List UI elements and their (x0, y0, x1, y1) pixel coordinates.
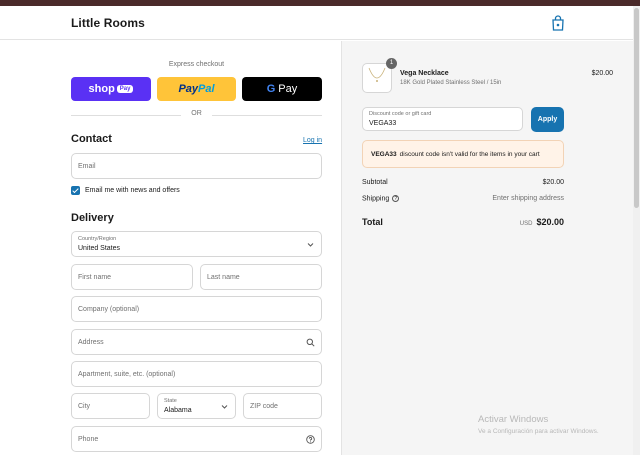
zip-field[interactable]: ZIP code (243, 393, 322, 419)
help-circle-icon[interactable]: ? (392, 195, 400, 202)
google-pay-label: Pay (278, 83, 298, 95)
quantity-badge: 1 (386, 58, 397, 69)
line-item: 1 Vega Necklace 18K Gold Plated Stainles… (362, 58, 613, 93)
state-select[interactable]: State Alabama (157, 393, 236, 419)
apply-button[interactable]: Apply (531, 107, 564, 132)
error-code: VEGA33 (371, 150, 397, 158)
subtotal-value: $20.00 (542, 179, 564, 186)
phone-placeholder: Phone (78, 436, 99, 443)
newsletter-checkbox[interactable] (71, 185, 80, 195)
shop-pay-label: shop (88, 83, 115, 95)
last-name-placeholder: Last name (207, 274, 240, 281)
product-variant: 18K Gold Plated Stainless Steel / 15in (400, 80, 502, 86)
apartment-placeholder: Apartment, suite, etc. (optional) (78, 371, 176, 378)
watermark-title: Activar Windows (478, 414, 549, 425)
error-text: discount code isn't valid for the items … (399, 150, 540, 158)
login-link[interactable]: Log in (303, 137, 322, 144)
newsletter-option[interactable]: Email me with news and offers (71, 185, 180, 195)
company-field[interactable]: Company (optional) (71, 296, 322, 322)
product-name: Vega Necklace (400, 70, 449, 77)
first-name-field[interactable]: First name (71, 264, 193, 290)
windows-activation-watermark: Activar Windows Ve a Configuración para … (478, 414, 599, 435)
paypal-label-part1: Pay (178, 83, 199, 95)
total-row: Total USD $20.00 (362, 217, 564, 231)
state-label: State (164, 398, 177, 404)
email-field[interactable]: Email (71, 153, 322, 179)
address-placeholder: Address (78, 339, 104, 346)
page-header: Little Rooms (0, 6, 633, 40)
google-g-icon: G (266, 83, 276, 95)
help-circle-icon[interactable] (306, 435, 315, 444)
email-placeholder: Email (78, 163, 96, 170)
shipping-value: Enter shipping address (492, 195, 564, 202)
total-currency: USD (519, 221, 533, 227)
country-value: United States (78, 245, 121, 252)
discount-error-message: VEGA33 discount code isn't valid for the… (362, 140, 564, 168)
shop-pay-pill: Pay (116, 85, 134, 93)
country-label: Country/Region (78, 236, 117, 242)
product-price: $20.00 (591, 70, 613, 77)
discount-value: VEGA33 (369, 120, 397, 127)
city-placeholder: City (78, 403, 91, 410)
paypal-label-part2: Pal (198, 83, 215, 95)
city-field[interactable]: City (71, 393, 150, 419)
total-amount: USD $20.00 (520, 217, 564, 227)
express-checkout-title: Express checkout (168, 61, 225, 68)
google-pay-button[interactable]: G Pay (242, 77, 322, 101)
contact-heading: Contact (71, 133, 112, 145)
address-field[interactable]: Address (71, 329, 322, 355)
store-logo[interactable]: Little Rooms (71, 16, 145, 30)
chevron-down-icon (221, 405, 228, 409)
country-select[interactable]: Country/Region United States (71, 231, 322, 257)
subtotal-label: Subtotal (362, 179, 388, 186)
zip-placeholder: ZIP code (250, 403, 278, 410)
total-value: $20.00 (536, 217, 564, 227)
shipping-label: Shipping (362, 195, 390, 203)
necklace-image (368, 67, 386, 82)
shop-pay-button[interactable]: shop Pay (71, 77, 151, 101)
order-summary-panel: 1 Vega Necklace 18K Gold Plated Stainles… (341, 41, 633, 455)
discount-code-input[interactable]: Discount code or gift card VEGA33 (362, 107, 523, 131)
search-icon (306, 338, 315, 347)
chevron-down-icon (307, 243, 314, 247)
discount-label: Discount code or gift card (369, 111, 432, 117)
last-name-field[interactable]: Last name (200, 264, 322, 290)
scrollbar-thumb[interactable] (634, 8, 639, 208)
newsletter-label: Email me with news and offers (85, 186, 180, 194)
first-name-placeholder: First name (78, 274, 112, 281)
total-label: Total (362, 217, 383, 227)
divider-line-right (212, 115, 322, 116)
checkout-form-panel: Express checkout shop Pay Pay Pal G Pay O… (0, 41, 341, 455)
or-divider: OR (71, 110, 322, 120)
state-value: Alabama (164, 407, 192, 414)
phone-field[interactable]: Phone (71, 426, 322, 452)
shopping-bag-icon[interactable] (551, 15, 565, 31)
paypal-button[interactable]: Pay Pal (157, 77, 236, 101)
page-scrollbar[interactable] (633, 6, 640, 455)
shipping-label-group: Shipping? (362, 195, 400, 203)
company-placeholder: Company (optional) (78, 306, 140, 313)
watermark-subtitle: Ve a Configuración para activar Windows. (478, 428, 599, 435)
apartment-field[interactable]: Apartment, suite, etc. (optional) (71, 361, 322, 387)
delivery-heading: Delivery (71, 212, 114, 224)
